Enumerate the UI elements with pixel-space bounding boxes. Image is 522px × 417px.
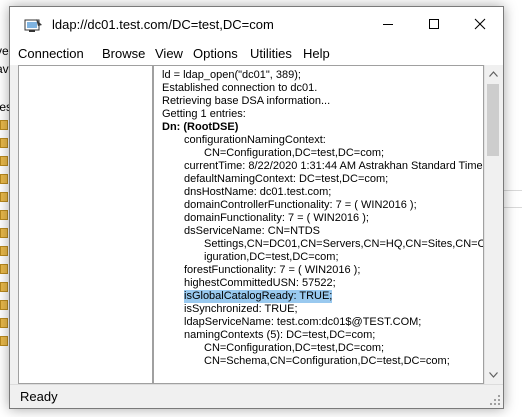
background-text: av [0,62,9,76]
output-line: ldapServiceName: test.com:dc01$@TEST.COM… [184,316,422,328]
scroll-thumb[interactable] [487,84,499,156]
output-line: namingContexts (5): DC=test,DC=com; [184,329,376,341]
minimize-button[interactable] [365,7,411,41]
folder-icon [0,282,8,292]
menu-connection[interactable]: Connection [18,46,84,61]
menu-utilities[interactable]: Utilities [250,46,292,61]
status-bar: Ready [10,384,503,408]
menu-browse[interactable]: Browse [102,46,145,61]
output-line: domainFunctionality: 7 = ( WIN2016 ); [184,212,369,224]
background-window-right [503,0,522,417]
close-button[interactable] [457,7,503,41]
chevron-up-icon [489,70,498,77]
output-line: Settings,CN=DC01,CN=Servers,CN=HQ,CN=Sit… [204,238,484,250]
menu-bar: Connection Browse View Options Utilities… [10,43,503,65]
scroll-down-button[interactable] [485,366,502,383]
output-line: dnsHostName: dc01.test.com; [184,186,332,198]
window-title: ldap://dc01.test.com/DC=test,DC=com [52,17,274,32]
folder-icon [0,192,8,202]
output-line: isSynchronized: TRUE; [184,303,298,315]
folder-icon [0,174,8,184]
ldp-app-icon [24,19,42,32]
output-line-dn: Dn: (RootDSE) [162,121,239,133]
output-line: Getting 1 entries: [162,108,246,120]
folder-icon [0,138,8,148]
output-line: defaultNamingContext: DC=test,DC=com; [184,173,389,185]
output-line: Retrieving base DSA information... [162,95,331,107]
scroll-up-button[interactable] [485,65,502,82]
output-line: highestCommittedUSN: 57522; [184,277,336,289]
folder-icon [0,264,8,274]
menu-help[interactable]: Help [303,46,330,61]
menu-options[interactable]: Options [193,46,238,61]
output-line: CN=Schema,CN=Configuration,DC=test,DC=co… [204,355,450,367]
title-bar[interactable]: ldap://dc01.test.com/DC=test,DC=com [10,7,503,43]
folder-icon [0,210,8,220]
chevron-down-icon [489,371,498,378]
folder-icon [0,336,8,346]
status-text: Ready [20,389,58,404]
menu-view[interactable]: View [155,46,183,61]
folder-icon [0,300,8,310]
output-line: ld = ldap_open("dc01", 389); [162,69,301,81]
output-line-selected[interactable]: isGlobalCatalogReady: TRUE; [184,290,333,303]
folder-icon [0,120,8,130]
output-line: configurationNamingContext: [184,134,326,146]
minimize-icon [383,24,393,25]
maximize-button[interactable] [411,7,457,41]
tree-pane[interactable] [18,65,153,384]
output-vertical-scrollbar[interactable] [484,65,501,384]
close-icon [474,18,486,30]
output-line: CN=Configuration,DC=test,DC=com; [204,342,385,354]
output-line: domainControllerFunctionality: 7 = ( WIN… [184,199,417,211]
folder-icon [0,318,8,328]
output-line: iguration,DC=test,DC=com; [204,251,339,263]
output-line: CN=Configuration,DC=test,DC=com; [204,147,385,159]
folder-icon [0,246,8,256]
folder-icon [0,156,8,166]
output-line: currentTime: 8/22/2020 1:31:44 AM Astrak… [184,160,484,172]
output-line: dsServiceName: CN=NTDS [184,225,321,237]
background-text: ve [0,44,9,58]
maximize-icon [429,19,439,29]
folder-icon [0,228,8,238]
output-line: forestFunctionality: 7 = ( WIN2016 ); [184,264,361,276]
resize-grip-icon[interactable] [489,394,501,406]
output-line: Established connection to dc01. [162,82,318,94]
output-pane[interactable]: ld = ldap_open("dc01", 389); Established… [153,65,484,384]
ldp-window: ldap://dc01.test.com/DC=test,DC=com Conn… [9,6,504,409]
